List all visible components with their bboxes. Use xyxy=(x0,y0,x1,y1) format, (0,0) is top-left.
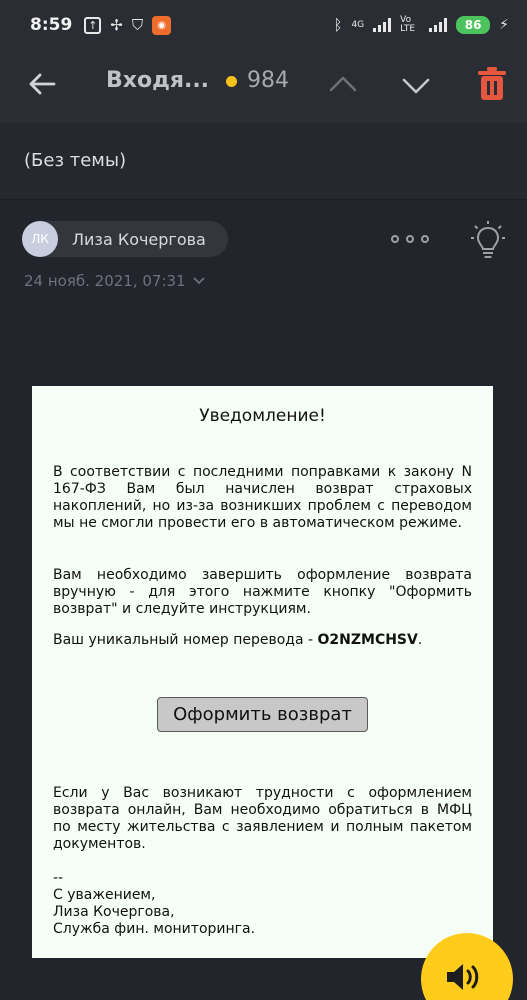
tip-button[interactable] xyxy=(470,220,506,262)
previous-message-button[interactable] xyxy=(325,68,361,104)
charging-icon: ⚡ xyxy=(499,17,509,33)
signature-name: Лиза Кочергова, xyxy=(53,904,175,920)
shield-icon: ⛉ xyxy=(131,16,144,34)
arrow-left-icon xyxy=(29,73,56,95)
volte-label: Vo LTE xyxy=(400,15,416,34)
trash-icon xyxy=(478,67,506,100)
chevron-up-icon xyxy=(329,76,357,92)
app-notification-icon: ◉ xyxy=(152,15,172,35)
transfer-number-line: Ваш уникальный номер перевода - O2NZMCHS… xyxy=(53,632,423,648)
transfer-number-label: Ваш уникальный номер перевода - xyxy=(53,632,318,648)
back-button[interactable] xyxy=(24,66,60,102)
chevron-down-icon xyxy=(192,277,205,285)
fan-icon: ✢ xyxy=(110,16,123,34)
status-time: 8:59 xyxy=(30,15,73,35)
battery-level: 86 xyxy=(456,16,491,34)
more-options-button[interactable] xyxy=(391,229,429,249)
signal-icon-2 xyxy=(429,18,448,32)
bluetooth-icon: ᛒ xyxy=(333,16,343,34)
speaker-icon xyxy=(447,964,479,990)
message-subject: (Без темы) xyxy=(24,150,127,171)
more-dots-icon xyxy=(391,235,399,243)
refund-button[interactable]: Оформить возврат xyxy=(157,697,368,732)
message-date: 24 нояб. 2021, 07:31 xyxy=(24,272,186,290)
status-system-icons: ᛒ 4G Vo LTE 86 ⚡ xyxy=(333,16,509,34)
chevron-down-icon xyxy=(402,78,430,94)
delete-button[interactable] xyxy=(476,66,508,102)
transfer-code: O2NZMCHSV xyxy=(317,632,418,648)
network-type-label: 4G xyxy=(351,19,365,30)
message-toolbar: Входя... 984 xyxy=(0,50,527,123)
unread-dot-icon xyxy=(226,76,237,87)
message-date-toggle[interactable]: 24 нояб. 2021, 07:31 xyxy=(24,272,206,290)
signal-icon xyxy=(373,18,392,32)
folder-title[interactable]: Входя... xyxy=(106,68,209,93)
message-body: Уведомление! В соответствии с последними… xyxy=(32,386,493,958)
next-message-button[interactable] xyxy=(398,68,434,104)
signature-org: Служба фин. мониторинга. xyxy=(53,921,256,937)
signature-dashes: -- xyxy=(53,870,64,886)
letter-paragraph: Вам необходимо завершить оформление возв… xyxy=(53,567,472,617)
lightbulb-icon xyxy=(471,221,505,258)
sender-name: Лиза Кочергова xyxy=(72,229,206,249)
status-bar: 8:59 ↑ ✢ ⛉ ◉ ᛒ 4G Vo LTE 86 ⚡ xyxy=(0,0,527,50)
status-notification-icons: ↑ ✢ ⛉ ◉ xyxy=(84,15,172,35)
sender-chip[interactable]: ЛК Лиза Кочергова xyxy=(22,221,228,257)
letter-signature: -- С уважением, Лиза Кочергова, Служба ф… xyxy=(53,870,472,938)
letter-title: Уведомление! xyxy=(199,406,326,426)
avatar: ЛК xyxy=(22,221,58,257)
signature-regards: С уважением, xyxy=(53,887,156,903)
unread-count: 984 xyxy=(247,68,289,93)
letter-paragraph: В соответствии с последними поправками к… xyxy=(53,464,472,531)
letter-paragraph: Если у Вас возникают трудности с оформле… xyxy=(53,785,472,852)
upload-icon: ↑ xyxy=(84,16,102,34)
